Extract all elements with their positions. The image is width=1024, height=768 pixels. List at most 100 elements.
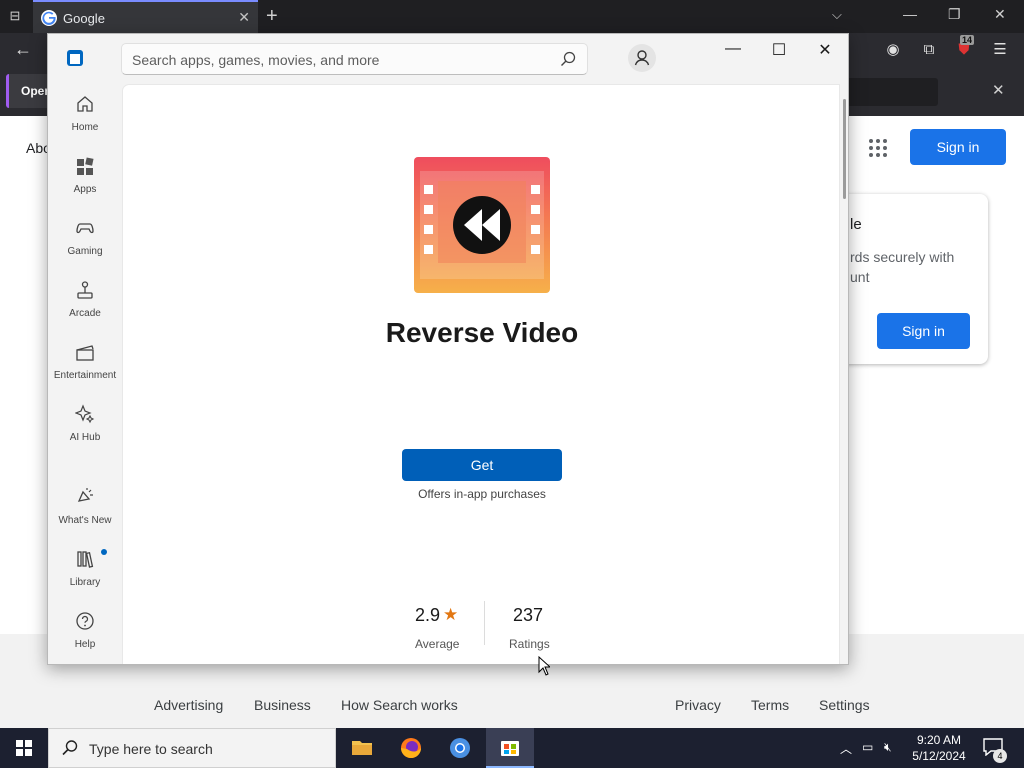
- folder-icon: [352, 741, 372, 755]
- nav-label: AI Hub: [69, 432, 101, 443]
- rating-divider: [484, 601, 485, 645]
- taskbar-file-explorer[interactable]: [338, 728, 386, 768]
- google-apps-icon[interactable]: [869, 139, 887, 157]
- nav-label: Library: [69, 577, 101, 588]
- tab-close-icon[interactable]: ✕: [238, 9, 250, 26]
- nav-label: Gaming: [67, 246, 103, 257]
- in-app-purchases-note: Offers in-app purchases: [418, 487, 546, 501]
- taskbar-clock[interactable]: 9:20 AM 5/12/2024: [906, 732, 972, 764]
- promo-text-line-1: rds securely with: [850, 249, 955, 265]
- store-logo-icon: [67, 50, 83, 66]
- browser-menu-icon[interactable]: ☰: [991, 41, 1009, 59]
- store-minimize-icon[interactable]: —: [723, 40, 743, 58]
- library-icon: [77, 551, 94, 568]
- footer-link-settings[interactable]: Settings: [819, 697, 870, 713]
- info-bar-close-icon[interactable]: ✕: [992, 81, 1005, 99]
- nav-label: Entertainment: [53, 370, 117, 381]
- nav-label: Arcade: [69, 308, 101, 319]
- home-icon: [77, 96, 93, 112]
- tab-title: Google: [63, 11, 105, 26]
- gamepad-icon: [76, 223, 94, 234]
- nav-label: Apps: [73, 184, 97, 195]
- notification-count-badge: 4: [993, 749, 1007, 763]
- info-bar-label: Oper: [21, 84, 50, 98]
- footer-link-privacy[interactable]: Privacy: [675, 697, 721, 713]
- ratings-count-value: 237: [513, 605, 544, 625]
- store-bag-icon: [501, 741, 519, 756]
- sparkle-icon: [75, 404, 95, 424]
- chrome-icon: [450, 738, 470, 758]
- google-favicon-icon: [41, 10, 57, 26]
- nav-item-help[interactable]: Help: [48, 611, 122, 664]
- taskbar-microsoft-store[interactable]: [486, 728, 534, 768]
- store-nav-rail: Home Apps Gaming Arcade Entertainment AI…: [48, 84, 122, 664]
- mouse-cursor-icon: [538, 656, 550, 676]
- ratings-count-label: Ratings: [509, 637, 550, 651]
- nav-label: What's New: [58, 515, 112, 526]
- get-button[interactable]: Get: [402, 449, 562, 481]
- tab-search-icon[interactable]: ⊟: [6, 8, 24, 24]
- taskbar-firefox[interactable]: [387, 728, 435, 768]
- app-logo-icon: [414, 157, 550, 293]
- clapperboard-icon: [76, 345, 94, 361]
- network-icon[interactable]: ▭: [862, 740, 873, 754]
- browser-minimize-icon[interactable]: —: [903, 6, 917, 22]
- promo-sign-in-button[interactable]: Sign in: [877, 313, 970, 349]
- browser-tab[interactable]: Google ✕: [33, 0, 258, 33]
- store-maximize-icon[interactable]: ☐: [769, 40, 789, 60]
- footer-link-terms[interactable]: Terms: [751, 697, 789, 713]
- store-close-icon[interactable]: ✕: [815, 40, 835, 60]
- nav-item-ai-hub[interactable]: AI Hub: [48, 404, 122, 460]
- browser-close-icon[interactable]: ✕: [994, 6, 1006, 23]
- nav-item-library[interactable]: Library: [48, 549, 122, 605]
- footer-link-business[interactable]: Business: [254, 697, 311, 713]
- volume-muted-icon[interactable]: 🔇︎: [884, 740, 892, 755]
- average-rating-value: 2.9: [415, 605, 441, 625]
- megaphone-icon: [77, 488, 93, 502]
- account-avatar-icon[interactable]: [628, 44, 656, 72]
- store-search-input[interactable]: [132, 50, 552, 70]
- google-sign-in-button[interactable]: Sign in: [910, 129, 1006, 165]
- nav-label: Help: [74, 639, 96, 650]
- store-search-box[interactable]: [121, 43, 588, 75]
- nav-label: Home: [71, 122, 99, 133]
- profile-icon[interactable]: ◉: [884, 41, 902, 59]
- taskbar-chrome[interactable]: [436, 728, 484, 768]
- content-scrollbar[interactable]: [843, 99, 846, 199]
- promo-title: le: [850, 216, 862, 233]
- nav-item-arcade[interactable]: Arcade: [48, 280, 122, 336]
- browser-tab-strip: ⊟ Google ✕ + ⌵ — ❐ ✕: [0, 0, 1024, 33]
- footer-link-advertising[interactable]: Advertising: [154, 697, 223, 713]
- back-arrow-icon[interactable]: ←: [14, 39, 32, 60]
- nav-item-gaming[interactable]: Gaming: [48, 218, 122, 274]
- browser-restore-icon[interactable]: ❐: [948, 6, 961, 23]
- firefox-icon: [401, 738, 421, 758]
- new-tab-icon[interactable]: +: [266, 5, 278, 28]
- nav-item-apps[interactable]: Apps: [48, 156, 122, 212]
- start-button[interactable]: [0, 728, 48, 768]
- star-icon: ★: [443, 605, 459, 624]
- taskbar-search-placeholder: Type here to search: [89, 741, 213, 757]
- nav-item-whats-new[interactable]: What's New: [48, 487, 122, 543]
- joystick-icon: [77, 281, 93, 299]
- store-window: — ☐ ✕ Home Apps Gaming Arcade Entertainm…: [47, 33, 849, 665]
- taskbar-search-box[interactable]: Type here to search: [48, 728, 336, 768]
- apps-icon: [77, 157, 94, 175]
- help-icon: [76, 612, 94, 630]
- windows-taskbar: Type here to search ︿ ▭ 🔇︎ 9:20 AM 5/12/…: [0, 728, 1024, 768]
- search-icon[interactable]: [559, 50, 577, 68]
- clock-date: 5/12/2024: [912, 749, 966, 763]
- tab-list-chevron-icon[interactable]: ⌵: [832, 7, 842, 23]
- windows-logo-icon: [16, 740, 32, 756]
- extensions-icon[interactable]: ⧉: [920, 41, 938, 59]
- footer-link-how-search-works[interactable]: How Search works: [341, 697, 458, 713]
- tray-overflow-chevron-icon[interactable]: ︿: [840, 740, 852, 757]
- nav-item-entertainment[interactable]: Entertainment: [48, 342, 122, 398]
- library-update-dot: [101, 549, 107, 555]
- search-icon: [62, 740, 78, 756]
- promo-text-line-2: unt: [850, 269, 870, 285]
- extension-badge: 14: [960, 35, 975, 45]
- nav-item-home[interactable]: Home: [48, 94, 122, 150]
- app-detail-pane: Reverse Video Get Offers in-app purchase…: [122, 84, 840, 664]
- app-title: Reverse Video: [385, 317, 579, 348]
